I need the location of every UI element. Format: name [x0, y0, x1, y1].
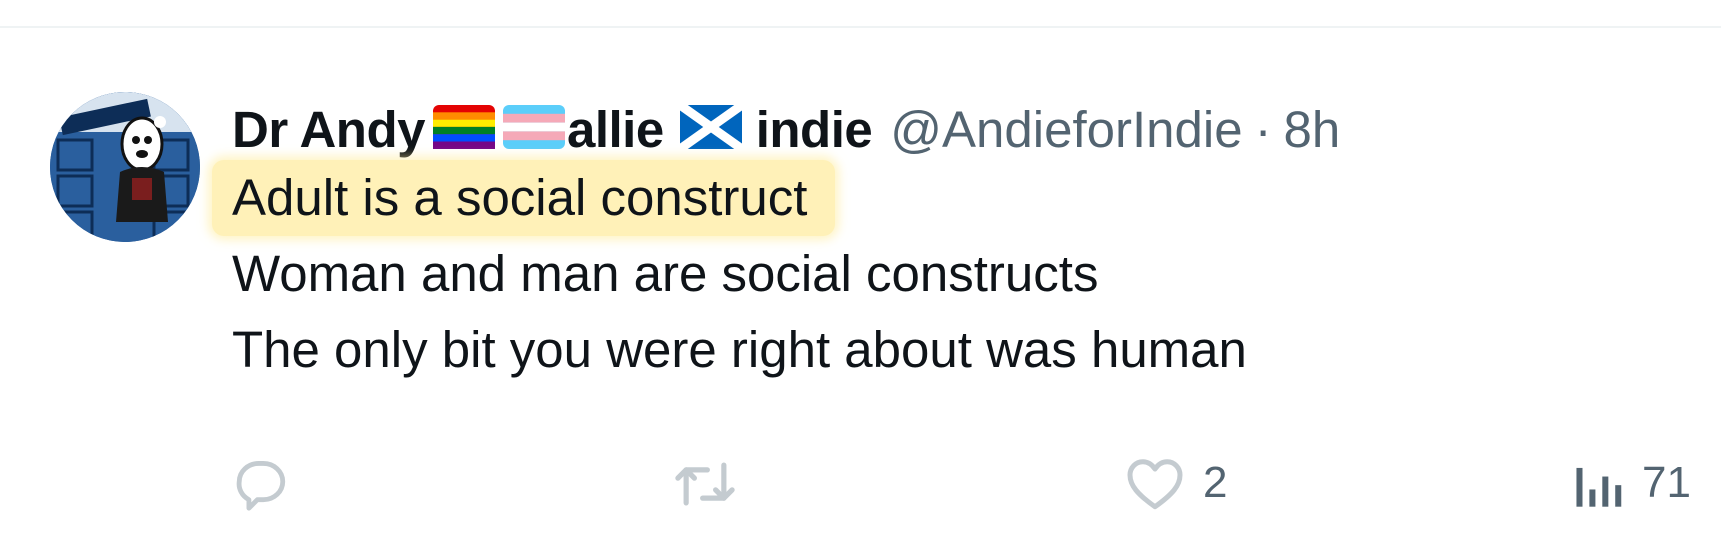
rainbow-flag-icon — [432, 104, 495, 154]
handle[interactable]: @AndieforIndie — [890, 101, 1242, 158]
tweet-header: Dr Andy allie indie @AndieforIndie · 8h — [232, 98, 1692, 160]
highlighted-text: Adult is a social construct — [212, 160, 836, 236]
separator: · — [1254, 100, 1272, 158]
views-icon — [1572, 455, 1624, 511]
avatar[interactable] — [50, 92, 200, 242]
like-count: 2 — [1203, 458, 1228, 507]
scotland-flag-icon — [677, 100, 745, 154]
retweet-icon — [672, 455, 738, 513]
display-name[interactable]: Dr Andy — [232, 100, 425, 159]
views-button[interactable]: 71 — [1572, 455, 1691, 511]
handle-time: @AndieforIndie · 8h — [890, 100, 1340, 159]
tweet-content: Dr Andy allie indie @AndieforIndie · 8h … — [212, 98, 1692, 388]
top-divider — [0, 26, 1721, 28]
like-button[interactable]: 2 — [1125, 455, 1227, 511]
retweet-button[interactable] — [672, 455, 756, 513]
tweet-line-1: Adult is a social construct — [212, 160, 1692, 236]
heart-icon — [1125, 455, 1185, 511]
tweet-actions: 2 71 — [232, 455, 1702, 525]
reply-icon — [232, 455, 290, 513]
view-count: 71 — [1642, 458, 1691, 507]
tweet-line-3: The only bit you were right about was hu… — [232, 321, 1247, 378]
tweet-line-2: Woman and man are social constructs — [232, 245, 1099, 302]
timestamp[interactable]: 8h — [1284, 101, 1341, 158]
name-word-indie: indie — [755, 100, 873, 158]
transgender-flag-icon — [502, 104, 565, 154]
name-word-allie: allie — [566, 100, 664, 158]
reply-button[interactable] — [232, 455, 308, 513]
